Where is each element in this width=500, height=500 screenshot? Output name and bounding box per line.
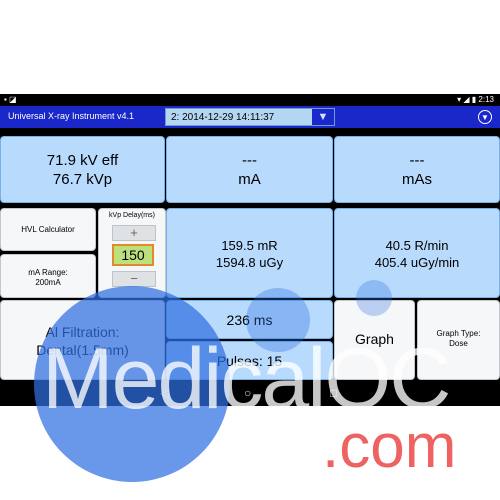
ma-tile[interactable]: --- mA bbox=[166, 136, 333, 203]
graph-label: Graph bbox=[355, 331, 394, 347]
kvp-delay-panel: kVp Delay(ms) + 150 − bbox=[98, 208, 166, 298]
kv-tile[interactable]: 71.9 kV eff 76.7 kVp bbox=[0, 136, 165, 203]
navigation-bar: ◁ ○ □ bbox=[0, 380, 500, 406]
device-screen: ▪ ◪ ▾ ◢ ▮ 2:13 Universal X-ray Instrumen… bbox=[0, 94, 500, 406]
dose-rate-ugy-value: 405.4 uGy/min bbox=[374, 255, 460, 270]
pulses-value: Pulses: 15 bbox=[216, 353, 283, 369]
back-icon[interactable]: ◁ bbox=[160, 386, 169, 400]
dose-mr-value: 159.5 mR bbox=[221, 238, 278, 253]
recents-icon[interactable]: □ bbox=[330, 386, 337, 400]
app-bar: Universal X-ray Instrument v4.1 2: 2014-… bbox=[0, 106, 500, 128]
watermark-text-sub: .com bbox=[322, 412, 457, 481]
ma-range-label: mA Range: bbox=[28, 268, 68, 277]
graph-button[interactable]: Graph bbox=[334, 300, 415, 380]
dose-tile[interactable]: 159.5 mR 1594.8 uGy bbox=[166, 208, 333, 298]
kvp-value: 76.7 kVp bbox=[52, 171, 113, 188]
status-time: ▾ ◢ ▮ 2:13 bbox=[457, 95, 494, 104]
ma-value: --- bbox=[242, 152, 257, 169]
kvp-delay-input[interactable]: 150 bbox=[112, 244, 154, 266]
time-tile[interactable]: 236 ms bbox=[166, 300, 333, 339]
hvl-calculator-button[interactable]: HVL Calculator bbox=[0, 208, 96, 251]
graph-type-value: Dose bbox=[449, 339, 468, 348]
time-value: 236 ms bbox=[226, 312, 273, 328]
ma-range-value: 200mA bbox=[35, 278, 61, 287]
dose-rate-tile[interactable]: 40.5 R/min 405.4 uGy/min bbox=[334, 208, 500, 298]
clock: 2:13 bbox=[478, 95, 494, 104]
graph-type-button[interactable]: Graph Type: Dose bbox=[417, 300, 500, 380]
kv-eff-value: 71.9 kV eff bbox=[46, 152, 119, 169]
ma-unit: mA bbox=[238, 171, 261, 188]
home-icon[interactable]: ○ bbox=[244, 386, 251, 400]
dose-ugy-value: 1594.8 uGy bbox=[215, 255, 284, 270]
filtration-label: Al Filtration: bbox=[45, 324, 120, 340]
app-title: Universal X-ray Instrument v4.1 bbox=[8, 111, 135, 121]
plus-button[interactable]: + bbox=[112, 225, 156, 241]
kvp-delay-label: kVp Delay(ms) bbox=[109, 212, 155, 219]
mas-unit: mAs bbox=[402, 171, 432, 188]
pulses-tile[interactable]: Pulses: 15 bbox=[166, 341, 333, 380]
notification-icons: ▪ ◪ bbox=[4, 95, 17, 104]
minus-button[interactable]: − bbox=[112, 271, 156, 287]
filtration-value: Dental(1.5mm) bbox=[36, 342, 129, 358]
mas-tile[interactable]: --- mAs bbox=[334, 136, 500, 203]
mas-value: --- bbox=[409, 152, 425, 169]
status-bar: ▪ ◪ ▾ ◢ ▮ 2:13 bbox=[0, 94, 500, 106]
dose-rate-rmin-value: 40.5 R/min bbox=[385, 238, 449, 253]
graph-type-label: Graph Type: bbox=[436, 329, 481, 338]
hvl-calculator-label: HVL Calculator bbox=[21, 225, 75, 234]
session-select-value: 2: 2014-12-29 14:11:37 bbox=[171, 112, 275, 123]
session-select[interactable]: 2: 2014-12-29 14:11:37 ▼ bbox=[165, 108, 335, 126]
overflow-menu-icon[interactable]: ▼ bbox=[478, 110, 492, 124]
system-icons: ▾ ◢ ▮ bbox=[457, 95, 477, 104]
ma-range-button[interactable]: mA Range: 200mA bbox=[0, 254, 96, 298]
chevron-down-icon[interactable]: ▼ bbox=[312, 109, 334, 125]
filtration-button[interactable]: Al Filtration: Dental(1.5mm) bbox=[0, 300, 165, 380]
